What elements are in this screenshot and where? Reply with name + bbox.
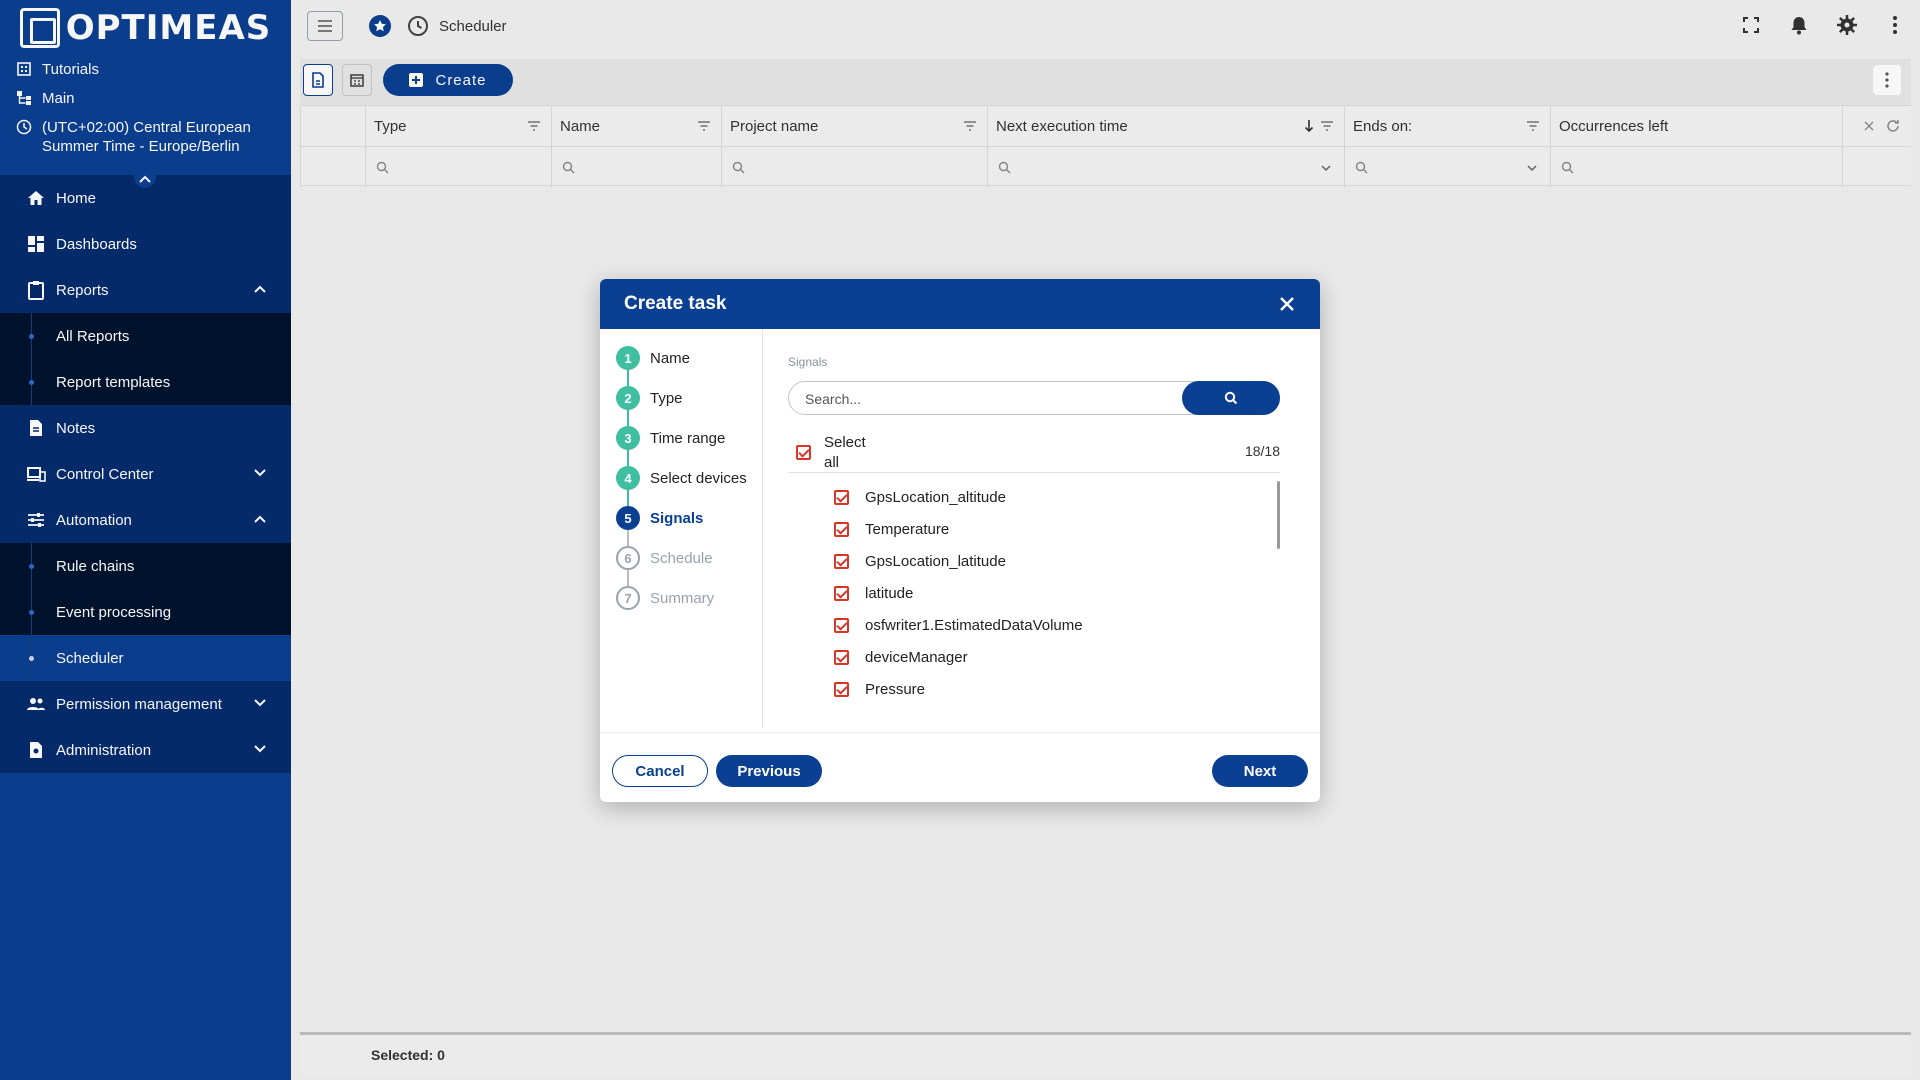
step-type[interactable]: 2 Type: [616, 386, 683, 410]
cancel-button[interactable]: Cancel: [612, 755, 708, 787]
signal-item[interactable]: Temperature: [788, 513, 1280, 545]
signal-label: GpsLocation_altitude: [865, 488, 1006, 506]
signal-label: deviceManager: [865, 648, 968, 666]
step-connector: [627, 410, 629, 426]
signal-label: Temperature: [865, 520, 950, 538]
step-number: 6: [616, 546, 640, 570]
signal-list-scrollbar[interactable]: [1277, 481, 1280, 549]
signal-checkbox[interactable]: [834, 617, 849, 633]
search-placeholder: Search...: [805, 391, 862, 407]
step-label: Select devices: [650, 469, 747, 487]
step-schedule: 6 Schedule: [616, 546, 713, 570]
step-name[interactable]: 1 Name: [616, 346, 690, 370]
create-task-dialog: Create task 1 Name 2 Type 3 Time range 4 Sel…: [600, 279, 1320, 802]
signal-checkbox[interactable]: [834, 681, 849, 697]
dialog-footer: Cancel Previous Next: [600, 732, 1320, 802]
step-number: 1: [616, 346, 640, 370]
dialog-title: Create task: [624, 293, 727, 314]
signals-label: Signals: [788, 355, 828, 369]
step-number: 2: [616, 386, 640, 410]
step-label: Time range: [650, 429, 726, 447]
close-icon[interactable]: [1276, 293, 1298, 315]
signal-label: Pressure: [865, 680, 926, 698]
selected-signal-count: 18/18: [1244, 443, 1280, 459]
dialog-header: Create task: [600, 279, 1320, 329]
signal-checkbox[interactable]: [834, 489, 849, 505]
search-icon: [1224, 391, 1238, 405]
signal-label: osfwriter1.EstimatedDataVolume: [865, 616, 1083, 634]
signal-item[interactable]: GpsLocation_latitude: [788, 545, 1280, 577]
signal-label: latitude: [865, 584, 914, 602]
signal-checkbox[interactable]: [834, 553, 849, 569]
step-connector: [627, 490, 629, 506]
step-select-devices[interactable]: 4 Select devices: [616, 466, 747, 490]
signal-item[interactable]: Pressure: [788, 673, 1280, 699]
step-label: Type: [650, 389, 683, 407]
search-button[interactable]: [1182, 381, 1280, 415]
select-all-row: Select all 18/18: [788, 431, 1280, 473]
step-label: Schedule: [650, 549, 713, 567]
stepper: 1 Name 2 Type 3 Time range 4 Select devices …: [600, 329, 763, 729]
step-connector: [627, 370, 629, 386]
signal-item[interactable]: deviceManager: [788, 641, 1280, 673]
next-button[interactable]: Next: [1212, 755, 1308, 787]
signal-item[interactable]: GpsLocation_altitude: [788, 481, 1280, 513]
signal-checkbox[interactable]: [834, 585, 849, 601]
step-time-range[interactable]: 3 Time range: [616, 426, 725, 450]
select-all-checkbox[interactable]: [796, 445, 811, 460]
step-number: 3: [616, 426, 640, 450]
step-connector: [627, 570, 629, 586]
signal-item[interactable]: latitude: [788, 577, 1280, 609]
signal-search-input[interactable]: Search...: [788, 381, 1280, 415]
previous-button[interactable]: Previous: [716, 755, 822, 787]
step-number: 4: [616, 466, 640, 490]
step-label: Name: [650, 349, 691, 367]
step-signals[interactable]: 5 Signals: [616, 506, 703, 530]
step-connector: [627, 450, 629, 466]
step-number: 7: [616, 586, 640, 610]
signal-list[interactable]: GpsLocation_altitude Temperature GpsLoca…: [788, 481, 1280, 699]
step-connector: [627, 530, 629, 546]
signal-item[interactable]: osfwriter1.EstimatedDataVolume: [788, 609, 1280, 641]
signal-label: GpsLocation_latitude: [865, 552, 1006, 570]
step-summary: 7 Summary: [616, 586, 714, 610]
step-label: Signals: [650, 509, 704, 527]
step-number: 5: [616, 506, 640, 530]
step-label: Summary: [650, 589, 715, 607]
signal-checkbox[interactable]: [834, 521, 849, 537]
signal-checkbox[interactable]: [834, 649, 849, 665]
select-all-label[interactable]: Select all: [824, 433, 884, 473]
signals-panel: Signals Search... Select all 18/18 GpsLo…: [788, 329, 1298, 729]
